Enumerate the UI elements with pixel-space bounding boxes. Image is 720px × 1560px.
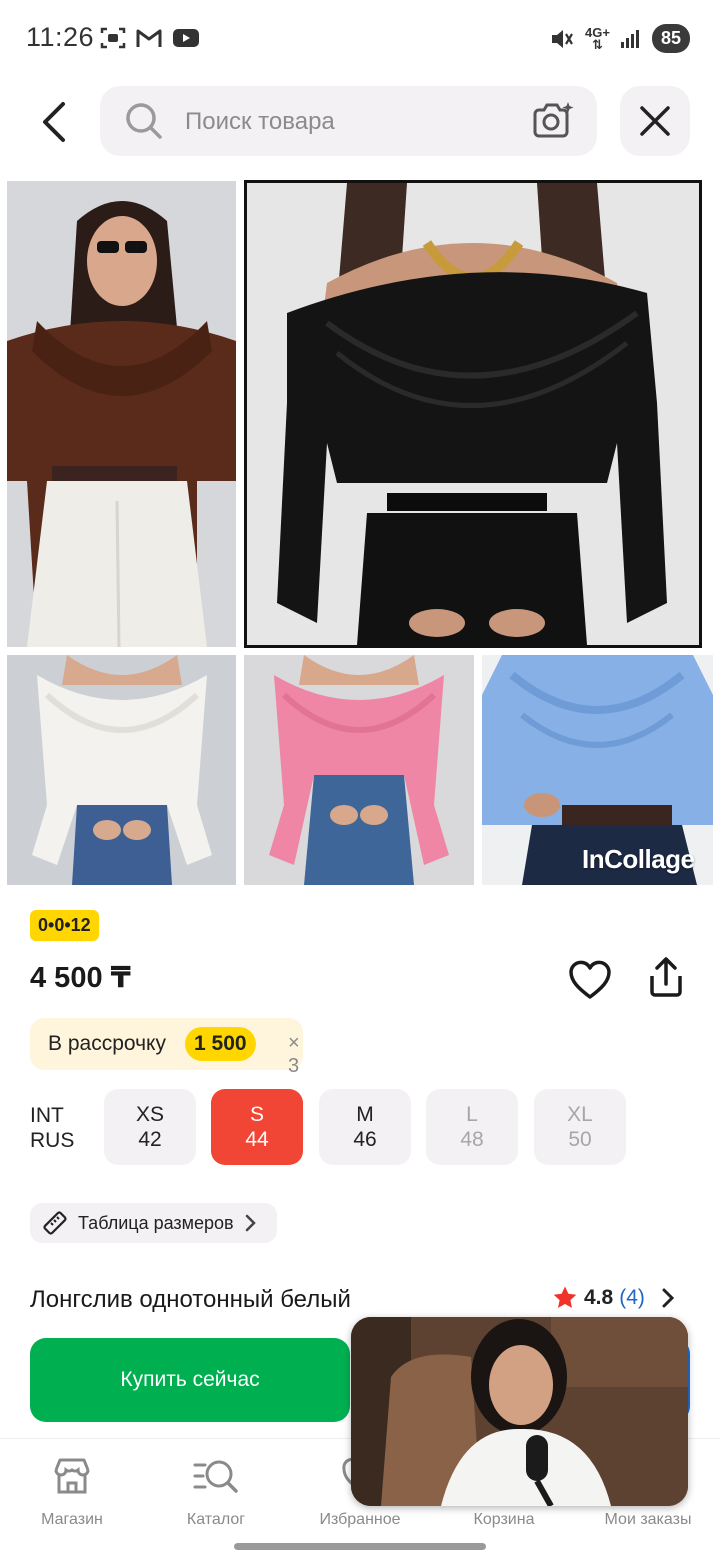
- installment-promo-badge: 0•0•12: [30, 910, 99, 941]
- reviews-count[interactable]: (4): [619, 1286, 645, 1310]
- mute-icon: [552, 29, 573, 48]
- product-photo-pink[interactable]: [244, 655, 474, 885]
- home-indicator[interactable]: [234, 1543, 486, 1550]
- size-chart-label: Таблица размеров: [78, 1212, 234, 1233]
- back-arrow-icon: [43, 102, 65, 142]
- store-icon: [54, 1458, 90, 1494]
- size-rus-label: 48: [460, 1128, 484, 1151]
- size-option-s[interactable]: S 44: [211, 1089, 303, 1165]
- size-rus-label: 44: [245, 1128, 269, 1151]
- size-chart-button[interactable]: Таблица размеров: [30, 1203, 277, 1243]
- search-placeholder: Поиск товара: [185, 108, 335, 135]
- gmail-icon: [136, 29, 162, 47]
- size-int-label: L: [466, 1103, 478, 1126]
- product-title: Лонгслив однотонный белый: [30, 1286, 351, 1313]
- collage-watermark: InCollage: [582, 844, 695, 874]
- nav-label: Мои заказы: [604, 1511, 692, 1528]
- buy-now-button[interactable]: Купить сейчас: [30, 1338, 350, 1422]
- product-image-gallery[interactable]: InCollage: [0, 176, 720, 892]
- size-rus-label: 42: [138, 1128, 162, 1151]
- installment-multiplier: × 3: [288, 1032, 300, 1077]
- size-int-label: XL: [567, 1103, 593, 1126]
- nav-label: Каталог: [186, 1511, 246, 1528]
- search-icon: [126, 103, 162, 139]
- ruler-icon: [43, 1211, 67, 1235]
- catalog-search-icon: [193, 1460, 238, 1493]
- size-option-xl[interactable]: XL 50: [534, 1089, 626, 1165]
- nav-item-store[interactable]: Магазин: [0, 1453, 144, 1529]
- size-option-l[interactable]: L 48: [426, 1089, 518, 1165]
- back-button[interactable]: [28, 96, 80, 148]
- product-price: 4 500 ₸: [30, 962, 131, 994]
- star-icon: [553, 1286, 577, 1308]
- size-legend-rus: RUS: [30, 1129, 75, 1152]
- screenshot-icon: [100, 27, 126, 49]
- search-input[interactable]: Поиск товара: [100, 86, 597, 156]
- close-icon: [640, 106, 670, 136]
- size-int-label: XS: [135, 1103, 164, 1126]
- youtube-icon: [173, 29, 199, 47]
- size-rus-label: 46: [353, 1128, 377, 1151]
- size-legend-int: INT: [30, 1104, 64, 1127]
- network-icon: 4G+ ⇅: [585, 26, 610, 52]
- installment-offer[interactable]: В рассрочку 1 500 × 3: [30, 1018, 303, 1077]
- product-photo-white[interactable]: [7, 655, 236, 885]
- nav-item-catalog[interactable]: Каталог: [144, 1453, 288, 1529]
- chevron-right-icon: [245, 1214, 256, 1232]
- status-system-icons: 4G+ ⇅ 85: [549, 24, 690, 53]
- size-option-m[interactable]: M 46: [319, 1089, 411, 1165]
- share-button[interactable]: [642, 954, 690, 1002]
- camera-search-icon[interactable]: [531, 100, 575, 142]
- size-int-label: M: [356, 1103, 374, 1126]
- rating-value: 4.8: [584, 1286, 614, 1309]
- product-photo-brown[interactable]: [7, 181, 236, 647]
- battery-icon: 85: [651, 24, 690, 53]
- network-arrows-icon: ⇅: [592, 36, 603, 52]
- product-photo-black[interactable]: [244, 180, 702, 648]
- nav-label: Магазин: [41, 1511, 103, 1528]
- close-button[interactable]: [620, 86, 690, 156]
- installment-amount: 1 500: [185, 1027, 256, 1061]
- status-bar: 11:26 4G+ ⇅ 85: [0, 0, 720, 76]
- picture-in-picture-video[interactable]: [351, 1317, 688, 1506]
- share-icon: [650, 957, 682, 997]
- size-int-label: S: [249, 1103, 264, 1126]
- installment-label: В рассрочку: [48, 1032, 166, 1055]
- size-system-legend: INT RUS: [30, 1103, 74, 1153]
- nav-label: Избранное: [319, 1511, 401, 1528]
- add-to-favorites-button[interactable]: [566, 956, 614, 1004]
- size-rus-label: 50: [568, 1128, 592, 1151]
- status-notification-icons: [100, 26, 200, 50]
- status-time: 11:26: [26, 22, 95, 52]
- signal-icon: [620, 29, 639, 48]
- size-option-xs[interactable]: XS 42: [104, 1089, 196, 1165]
- nav-label: Корзина: [473, 1511, 535, 1528]
- product-rating[interactable]: 4.8 (4): [552, 1285, 677, 1311]
- heart-icon: [569, 960, 611, 999]
- chevron-right-icon: [662, 1288, 674, 1308]
